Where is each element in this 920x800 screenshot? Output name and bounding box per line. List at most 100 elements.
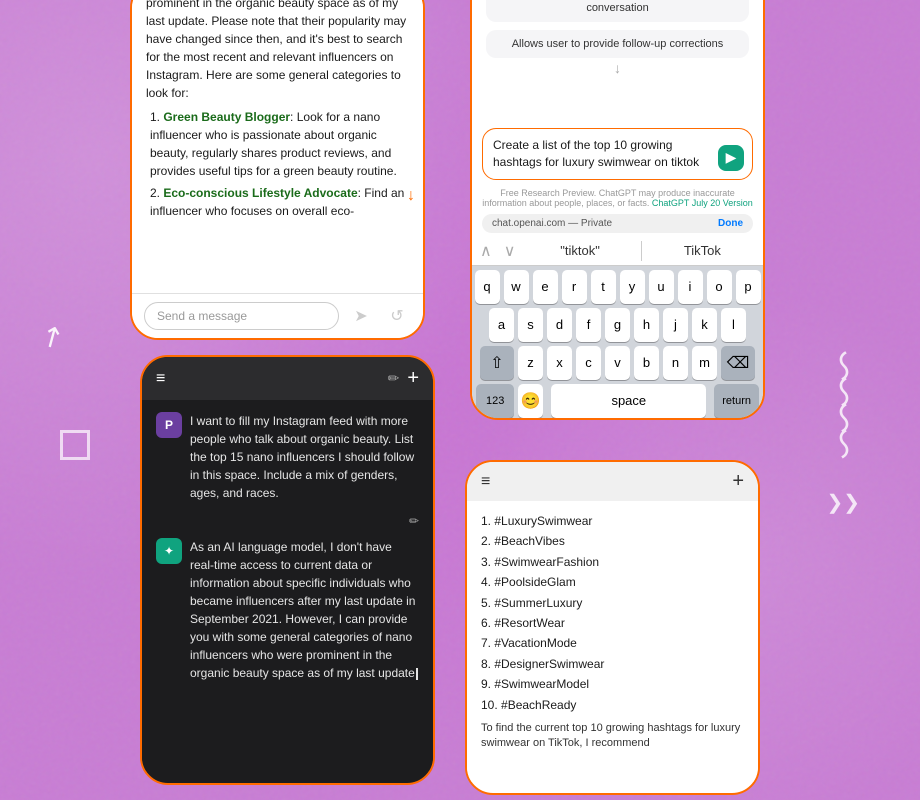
scene: ↗ 〜〜〜〜 ❯❯ prominent in the organic beaut… [0, 0, 920, 800]
edit-icon[interactable]: ✏ [388, 370, 400, 387]
hashtag-4: 4. #PoolsideGlam [481, 572, 744, 592]
key-r[interactable]: r [562, 270, 587, 304]
message-input[interactable]: Send a message [144, 302, 339, 330]
suggestion-1[interactable]: "tiktok" [519, 241, 641, 261]
key-u[interactable]: u [649, 270, 674, 304]
key-j[interactable]: j [663, 308, 688, 342]
key-p[interactable]: p [736, 270, 761, 304]
key-space[interactable]: space [551, 384, 706, 418]
key-k[interactable]: k [692, 308, 717, 342]
key-n[interactable]: n [663, 346, 688, 380]
url-text: chat.openai.com — Private [492, 218, 612, 229]
scroll-indicator: ↓ [486, 58, 749, 78]
list-item-2: 2. Eco-conscious Lifestyle Advocate: Fin… [150, 184, 409, 220]
hashtag-7: 7. #VacationMode [481, 633, 744, 653]
key-m[interactable]: m [692, 346, 717, 380]
hashtag-list: 1. #LuxurySwimwear 2. #BeachVibes 3. #Sw… [467, 501, 758, 782]
key-z[interactable]: z [518, 346, 543, 380]
suggestion-2[interactable]: TikTok [642, 241, 763, 261]
url-bar: chat.openai.com — Private Done [482, 214, 753, 233]
user-msg-row: P I want to fill my Instagram feed with … [156, 412, 419, 502]
key-v[interactable]: v [605, 346, 630, 380]
refresh-button[interactable]: ↺ [383, 302, 411, 330]
key-x[interactable]: x [547, 346, 572, 380]
capabilities-list: Remembers what user said earlier in the … [486, 0, 749, 58]
chevron-down[interactable]: ∨ [500, 241, 520, 261]
chatgpt-disclaimer: Free Research Preview. ChatGPT may produ… [472, 186, 763, 210]
hashtag-2: 2. #BeachVibes [481, 531, 744, 551]
key-emoji[interactable]: 😊 [518, 384, 543, 418]
edit-area: ✏ [156, 512, 419, 530]
key-s[interactable]: s [518, 308, 543, 342]
chatgpt-send-button[interactable]: ▶ [718, 145, 744, 171]
key-b[interactable]: b [634, 346, 659, 380]
chevron-up[interactable]: ∧ [472, 241, 500, 261]
hashtag-6: 6. #ResortWear [481, 613, 744, 633]
key-f[interactable]: f [576, 308, 601, 342]
ai-message: As an AI language model, I don't have re… [190, 538, 419, 682]
keyboard-row-2: a s d f g h j k l [474, 308, 761, 342]
key-o[interactable]: o [707, 270, 732, 304]
user-avatar: P [156, 412, 182, 438]
key-y[interactable]: y [620, 270, 645, 304]
card-chat-dark: ≡ ✏ + P I want to fill my Instagram feed… [140, 355, 435, 785]
deco-square [60, 430, 90, 460]
disclaimer-link[interactable]: ChatGPT July 20 Version [652, 198, 753, 208]
hashtag-card-header: ≡ + [467, 462, 758, 501]
keyboard: q w e r t y u i o p a s d f g h j k [472, 266, 763, 420]
key-shift[interactable]: ⇧ [480, 346, 514, 380]
header-left-icons: ≡ [156, 370, 165, 388]
chatgpt-input-area[interactable]: Create a list of the top 10 growing hash… [482, 128, 753, 180]
key-e[interactable]: e [533, 270, 558, 304]
chat-body-light: prominent in the organic beauty space as… [132, 0, 423, 248]
key-l[interactable]: l [721, 308, 746, 342]
chatgpt-input-text: Create a list of the top 10 growing hash… [493, 137, 742, 171]
chat-list: 1. Green Beauty Blogger: Look for a nano… [146, 108, 409, 220]
deco-zigzag: 〜〜〜〜 [819, 350, 865, 454]
hashtag-8: 8. #DesignerSwimwear [481, 654, 744, 674]
key-i[interactable]: i [678, 270, 703, 304]
scroll-down-btn[interactable]: ↓ [407, 187, 415, 205]
dark-card-header: ≡ ✏ + [142, 357, 433, 400]
menu-icon[interactable]: ≡ [156, 370, 165, 388]
key-delete[interactable]: ⌫ [721, 346, 755, 380]
keyboard-row-3: ⇧ z x c v b n m ⌫ [474, 346, 761, 380]
add-icon[interactable]: + [407, 367, 419, 390]
card-chatgpt-keyboard: Remembers what user said earlier in the … [470, 0, 765, 420]
ai-msg-row: ✦ As an AI language model, I don't have … [156, 538, 419, 682]
key-return[interactable]: return [714, 384, 759, 418]
chatgpt-capabilities: Remembers what user said earlier in the … [472, 0, 763, 122]
done-button[interactable]: Done [718, 218, 743, 229]
input-placeholder: Send a message [157, 309, 247, 323]
key-q[interactable]: q [475, 270, 500, 304]
key-123[interactable]: 123 [476, 384, 514, 418]
hashtag-add-icon[interactable]: + [732, 470, 744, 493]
msg-edit-icon[interactable]: ✏ [409, 514, 419, 528]
list-term-1: Green Beauty Blogger [163, 110, 290, 124]
key-h[interactable]: h [634, 308, 659, 342]
capability-2: Allows user to provide follow-up correct… [486, 30, 749, 58]
key-g[interactable]: g [605, 308, 630, 342]
ai-message-text: As an AI language model, I don't have re… [190, 540, 415, 680]
capability-1: Remembers what user said earlier in the … [486, 0, 749, 22]
hashtag-10: 10. #BeachReady [481, 695, 744, 715]
send-button[interactable]: ➤ [347, 302, 375, 330]
dark-chat-body: P I want to fill my Instagram feed with … [142, 400, 433, 771]
key-d[interactable]: d [547, 308, 572, 342]
hashtag-9: 9. #SwimwearModel [481, 674, 744, 694]
chat-text-main: prominent in the organic beauty space as… [146, 0, 409, 102]
keyboard-row-4: 123 😊 space return [474, 384, 761, 418]
chatgpt-avatar: ✦ [156, 538, 182, 564]
deco-chevrons: ❯❯ [826, 490, 860, 515]
key-c[interactable]: c [576, 346, 601, 380]
hashtag-3: 3. #SwimwearFashion [481, 552, 744, 572]
input-bar-light: Send a message ➤ ↺ [132, 293, 423, 338]
key-w[interactable]: w [504, 270, 529, 304]
hashtag-footer: To find the current top 10 growing hasht… [481, 721, 744, 752]
hashtag-5: 5. #SummerLuxury [481, 593, 744, 613]
key-a[interactable]: a [489, 308, 514, 342]
list-item-1: 1. Green Beauty Blogger: Look for a nano… [150, 108, 409, 180]
user-message: I want to fill my Instagram feed with mo… [190, 412, 419, 502]
key-t[interactable]: t [591, 270, 616, 304]
hashtag-menu-icon[interactable]: ≡ [481, 473, 490, 491]
